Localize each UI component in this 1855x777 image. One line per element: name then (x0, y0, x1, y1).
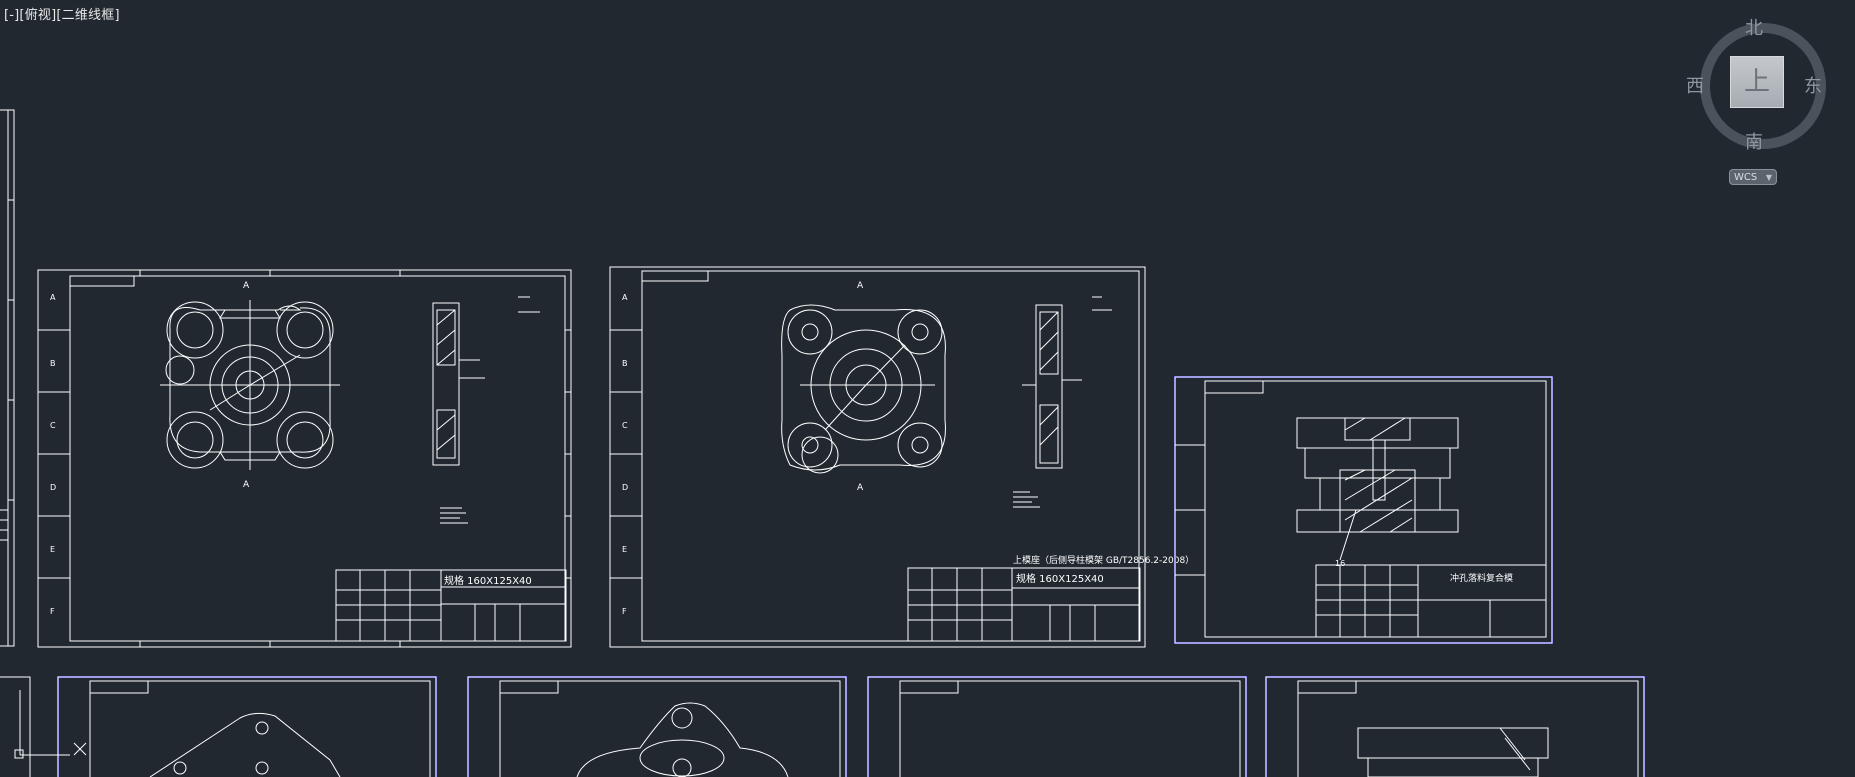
row-label: C (50, 421, 56, 430)
title-block: 规格 160X125X40 (335, 569, 567, 642)
plan-view-part (781, 304, 946, 474)
viewcube-north[interactable]: 北 (1739, 14, 1769, 40)
row-label: E (622, 545, 627, 554)
ucs-icon (0, 676, 87, 777)
row-label: D (622, 483, 628, 492)
row-label: A (50, 293, 56, 302)
row-label: B (50, 359, 56, 368)
section-view-part (432, 302, 485, 466)
callout-number: 16 (1335, 559, 1345, 568)
row-label: E (50, 545, 55, 554)
section-label-top: A (857, 281, 864, 291)
standard-note: 上模座（后侧导柱模架 GB/T2856.2-2008） (1013, 554, 1194, 566)
drawing-sheet-4[interactable] (57, 676, 437, 777)
viewcube-east[interactable]: 东 (1798, 72, 1828, 98)
title-block: 上模座（后侧导柱模架 GB/T2856.2-2008） 规格 160X125X4… (907, 554, 1194, 642)
viewcube[interactable]: 北 南 西 东 上 WCS ▼ (1680, 10, 1850, 190)
section-label-top: A (243, 281, 250, 291)
title-block: 冲孔落料复合模 16 (1315, 559, 1547, 638)
chevron-down-icon: ▼ (1765, 173, 1772, 182)
row-label: C (622, 421, 628, 430)
row-label: F (622, 607, 627, 616)
section-label-bottom: A (243, 480, 250, 490)
plan-view-part (160, 300, 340, 470)
row-label: A (622, 293, 628, 302)
drawing-sheet-6[interactable] (867, 676, 1247, 777)
row-label: D (50, 483, 56, 492)
drawing-sheet-7[interactable] (1265, 676, 1645, 777)
drawing-sheet-2[interactable]: A B C D E F A A 上模座（后侧导柱模架 GB/T2856.2-20… (609, 266, 1194, 648)
viewcube-south[interactable]: 南 (1739, 128, 1769, 154)
material-spec: 规格 160X125X40 (444, 574, 532, 587)
viewcube-west[interactable]: 西 (1680, 72, 1710, 98)
viewcube-top-face[interactable]: 上 (1730, 56, 1784, 108)
row-label: B (622, 359, 628, 368)
drawing-canvas[interactable]: A B C D E F A A 规格 160X125X40 A B C D E … (0, 0, 1855, 777)
drawing-sheet-3[interactable]: 冲孔落料复合模 16 (1174, 376, 1553, 644)
wcs-dropdown[interactable]: WCS ▼ (1729, 169, 1777, 185)
section-label-bottom: A (857, 483, 864, 493)
drawing-sheet-5[interactable] (467, 676, 847, 777)
drawing-name: 冲孔落料复合模 (1450, 572, 1513, 584)
wcs-label: WCS (1734, 172, 1758, 183)
material-spec: 规格 160X125X40 (1016, 572, 1104, 585)
row-label: F (50, 607, 55, 616)
assembly-view (1296, 417, 1459, 561)
drawing-sheet-1[interactable]: A B C D E F A A 规格 160X125X40 (37, 269, 572, 648)
section-view-part (1022, 304, 1082, 469)
partial-sheet-left (0, 109, 15, 647)
